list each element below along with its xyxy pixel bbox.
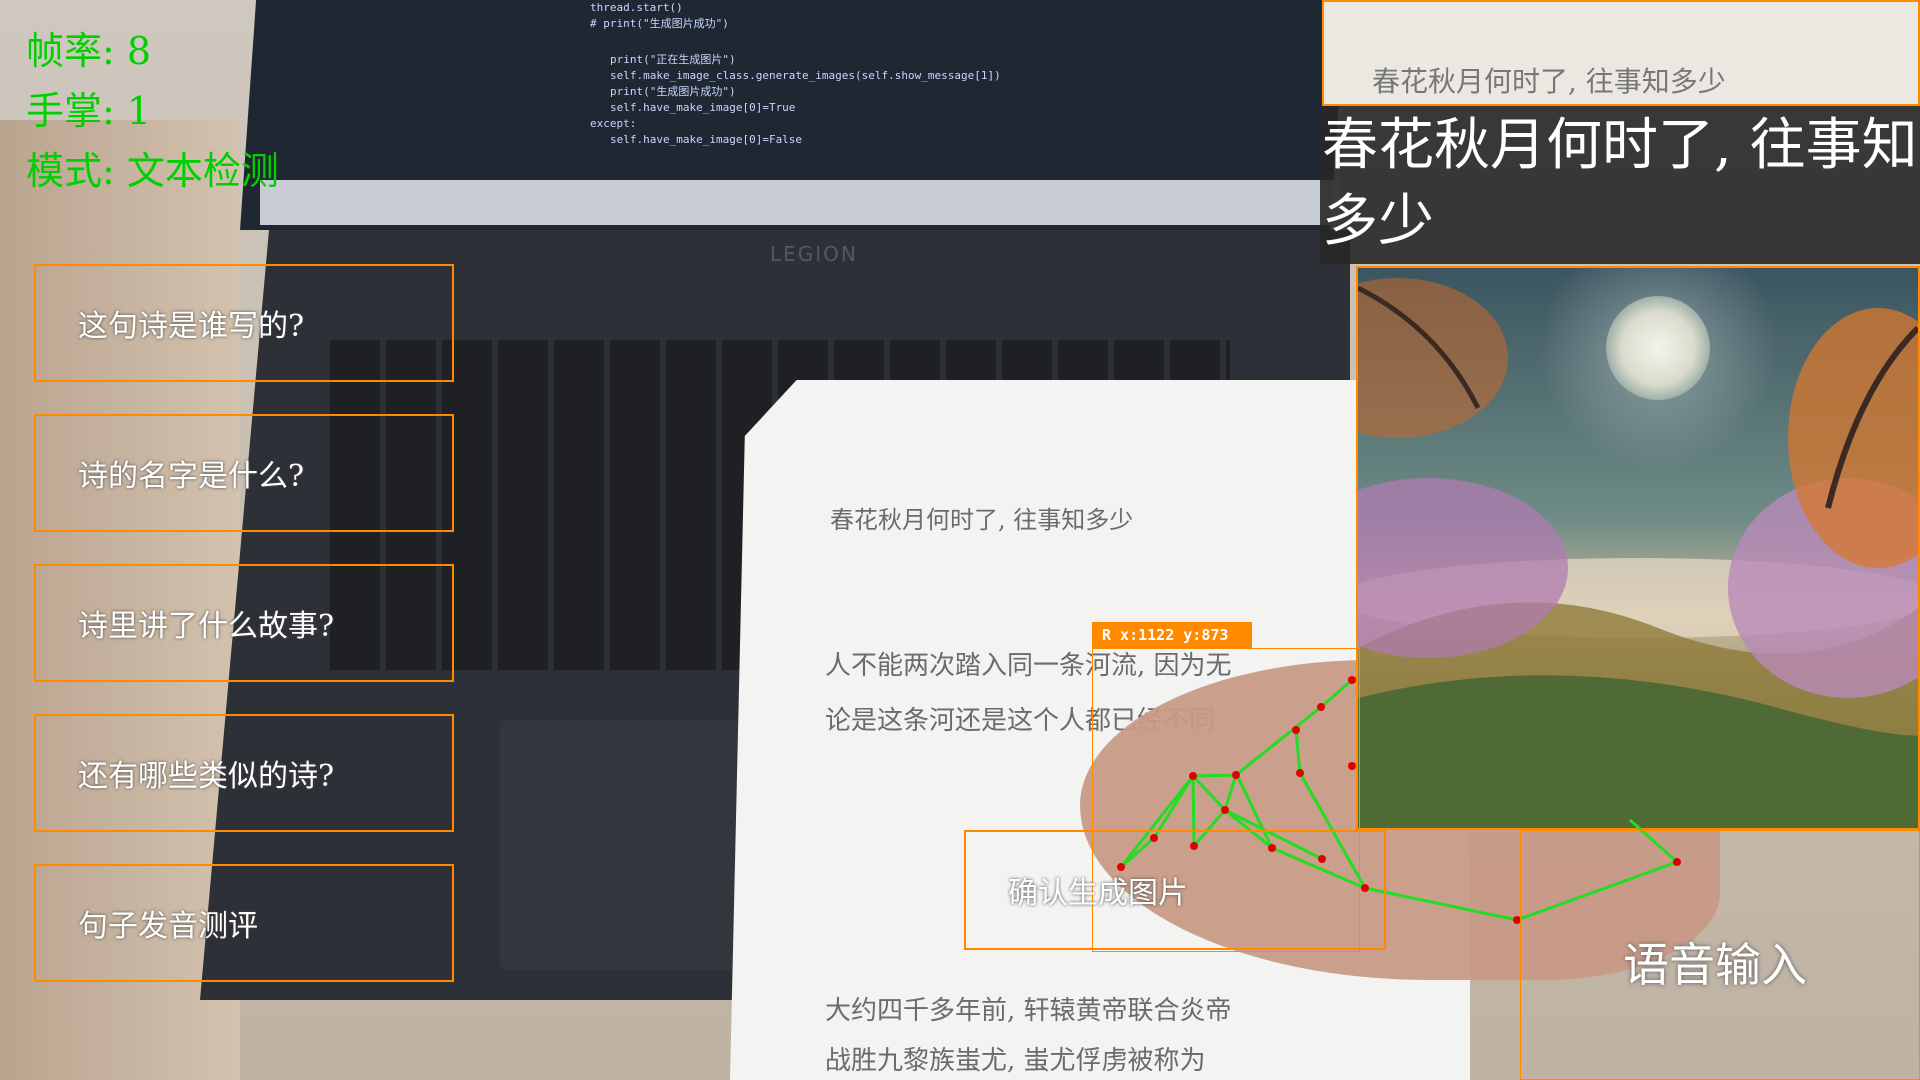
hand-landmark <box>1292 726 1300 734</box>
hand-landmark <box>1317 703 1325 711</box>
hand-landmark <box>1296 769 1304 777</box>
confirm-generate-image-button[interactable]: 确认生成图片 <box>964 830 1386 950</box>
voice-input-label: 语音输入 <box>1623 938 1807 992</box>
hand-landmark <box>1232 771 1240 779</box>
hand-landmark <box>1348 676 1356 684</box>
hand-landmark <box>1189 772 1197 780</box>
hand-landmark <box>1221 806 1229 814</box>
hand-landmark <box>1348 762 1356 770</box>
confirm-generate-image-label: 确认生成图片 <box>1008 876 1188 911</box>
voice-input-button[interactable]: 语音输入 <box>1520 830 1920 1080</box>
